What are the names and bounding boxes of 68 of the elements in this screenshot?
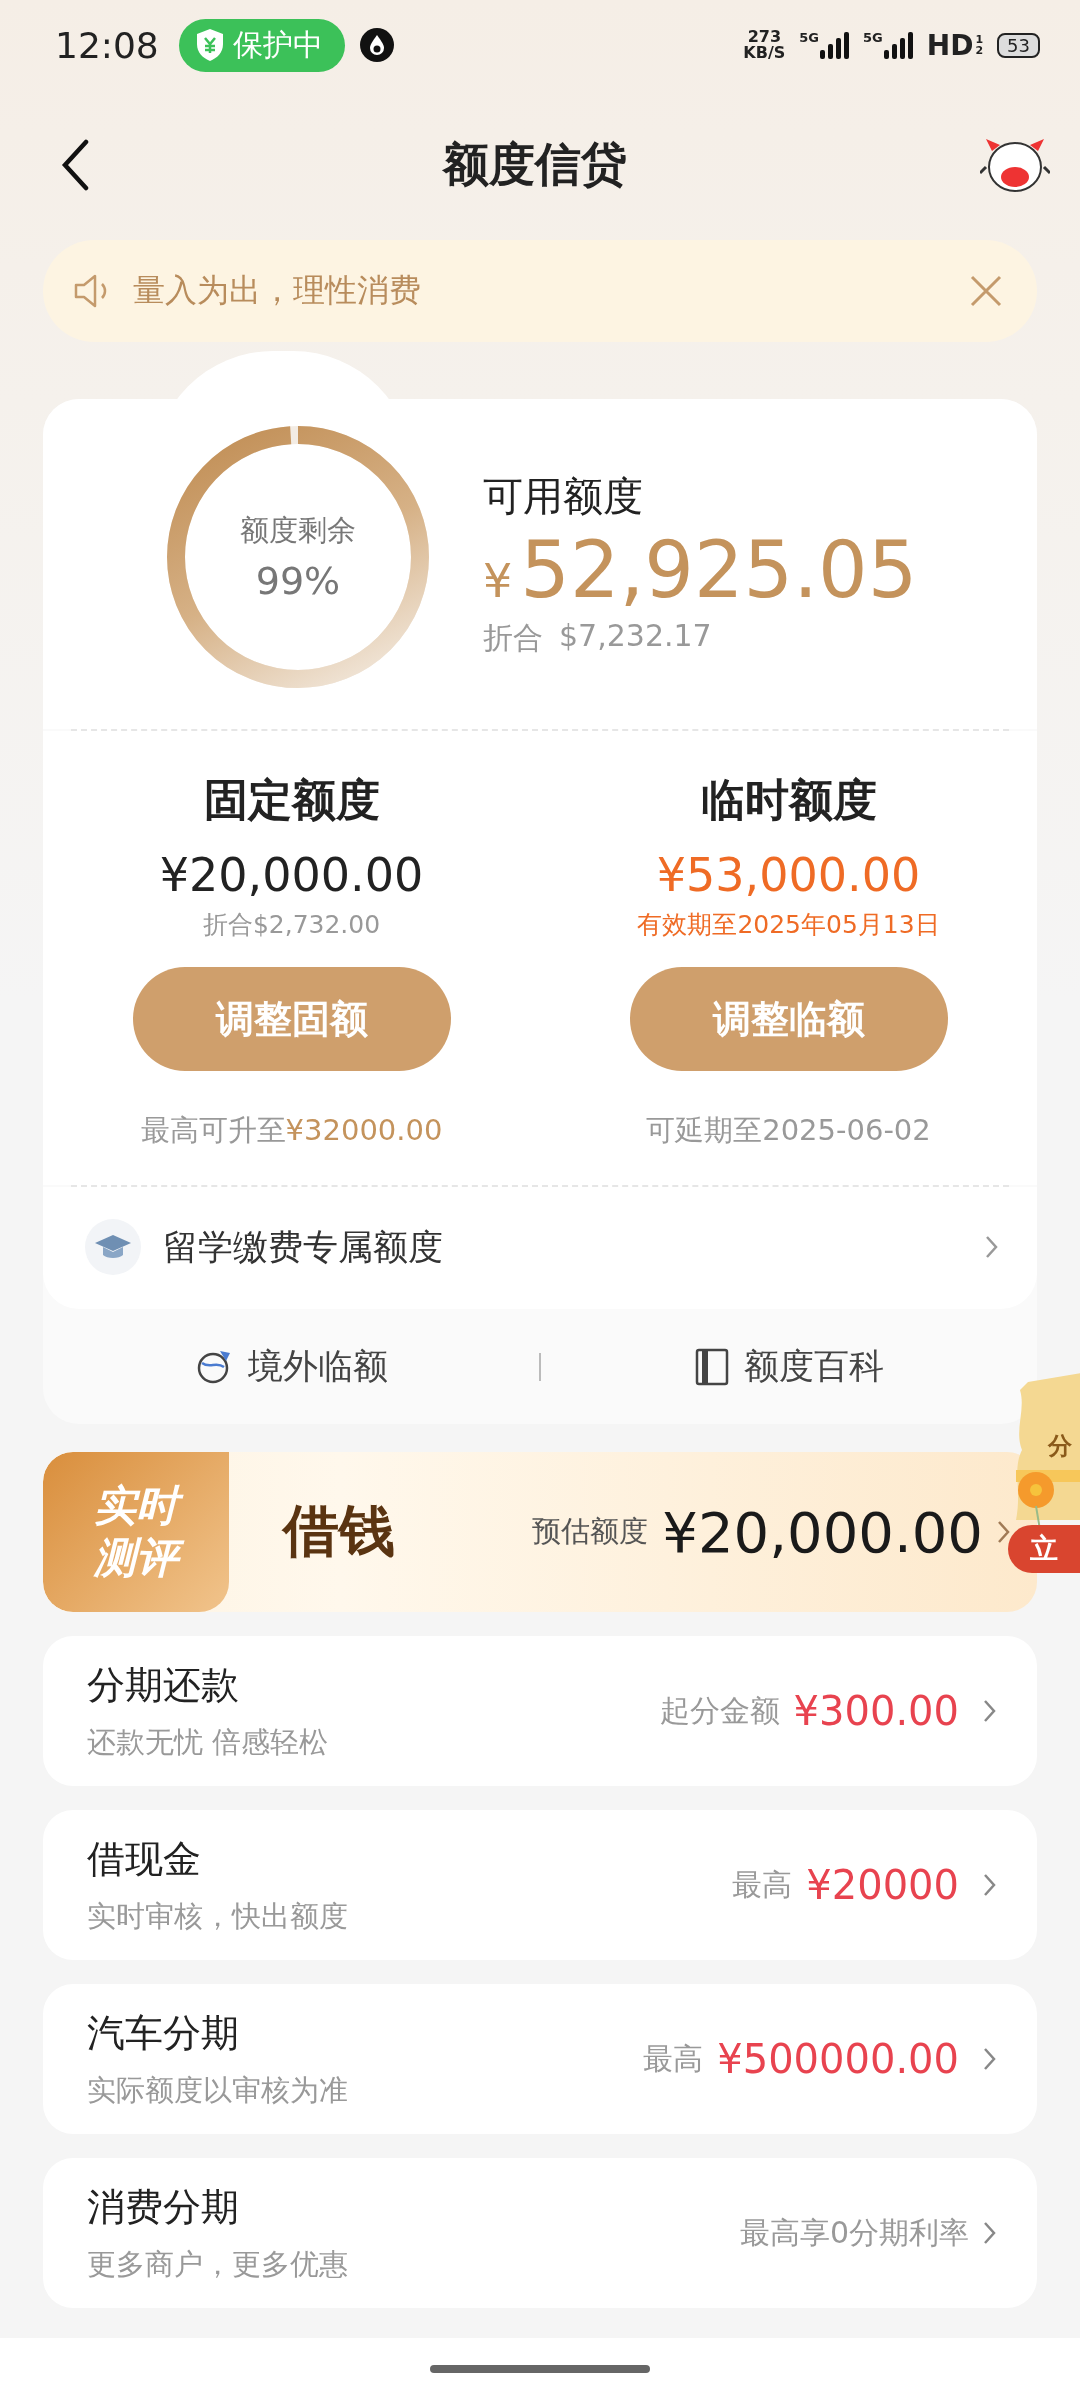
available-amount: 52,925.05 bbox=[520, 524, 918, 618]
app-notification-icon bbox=[358, 27, 395, 63]
promo-badge[interactable]: 分 立 bbox=[1008, 1370, 1080, 1575]
chevron-icon bbox=[983, 2221, 997, 2245]
signal-icon bbox=[819, 30, 850, 60]
product-amount: ¥300.00 bbox=[793, 1688, 959, 1734]
product-title: 借现金 bbox=[87, 1835, 202, 1883]
chevron-icon bbox=[983, 1699, 997, 1723]
net-speed: 273 bbox=[747, 29, 782, 45]
quota-footer: 可延期至2025-06-02 bbox=[646, 1111, 931, 1151]
hd-label: HD bbox=[926, 28, 974, 62]
currency-symbol: ¥ bbox=[483, 554, 513, 610]
chevron-icon bbox=[983, 2047, 997, 2071]
battery-indicator: 53 bbox=[997, 32, 1040, 58]
ring-label: 额度剩余 bbox=[240, 512, 356, 549]
product-card[interactable]: 汽车分期 实际额度以审核为准 最高 ¥500000.00 bbox=[43, 1984, 1037, 2134]
product-label: 最高 bbox=[732, 1865, 793, 1904]
chevron-icon bbox=[997, 1520, 1011, 1544]
quota-amount: ¥20,000.00 bbox=[159, 848, 424, 902]
available-label: 可用额度 bbox=[483, 472, 644, 522]
product-card[interactable]: 借现金 实时审核，快出额度 最高 ¥20000 bbox=[43, 1810, 1037, 1960]
product-label: 最高 bbox=[643, 2039, 704, 2078]
hd-slot: 1 bbox=[975, 34, 984, 45]
special-quota-row[interactable]: 留学缴费专属额度 bbox=[43, 1187, 1037, 1309]
product-card[interactable]: 分期还款 还款无忧 倍感轻松 起分金额 ¥300.00 bbox=[43, 1636, 1037, 1786]
chevron-icon bbox=[983, 1873, 997, 1897]
quota-type-title: 临时额度 bbox=[700, 773, 877, 827]
status-time: 12:08 bbox=[55, 24, 159, 66]
hd-slot: 2 bbox=[975, 45, 984, 56]
product-title: 消费分期 bbox=[87, 2183, 240, 2231]
converted-label: 折合 bbox=[483, 618, 543, 657]
product-subtitle: 还款无忧 倍感轻松 bbox=[87, 1723, 330, 1761]
book-icon bbox=[694, 1346, 730, 1387]
converted-amount: $7,232.17 bbox=[559, 617, 712, 655]
back-icon[interactable] bbox=[60, 139, 90, 191]
product-label: 最高享0分期利率 bbox=[739, 2213, 969, 2252]
quota-note: 有效期至2025年05月13日 bbox=[637, 909, 940, 941]
product-subtitle: 实时审核，快出额度 bbox=[87, 1897, 349, 1935]
product-label: 起分金额 bbox=[659, 1691, 780, 1730]
page-title: 额度信贷 bbox=[443, 136, 627, 193]
badge-button[interactable]: 立 bbox=[1008, 1525, 1080, 1573]
product-subtitle: 实际额度以审核为准 bbox=[87, 2071, 349, 2109]
product-card[interactable]: 消费分期 更多商户，更多优惠 最高享0分期利率 bbox=[43, 2158, 1037, 2308]
banner-title: 借钱 bbox=[283, 1496, 395, 1565]
tag-text: 实时 bbox=[86, 1479, 186, 1532]
product-amount: ¥20000 bbox=[806, 1862, 959, 1908]
quota-type-title: 固定额度 bbox=[203, 773, 380, 827]
estimate-label: 预估额度 bbox=[532, 1513, 649, 1550]
notice-text: 量入为出，理性消费 bbox=[133, 270, 422, 311]
quota-note: 折合$2,732.00 bbox=[202, 909, 381, 941]
tag-text: 测评 bbox=[86, 1532, 186, 1585]
network-label: 5G bbox=[863, 30, 883, 45]
graduation-cap-icon bbox=[85, 1219, 141, 1275]
quota-amount: ¥53,000.00 bbox=[656, 848, 921, 902]
badge-text: 分 bbox=[1048, 1431, 1072, 1462]
product-amount: ¥500000.00 bbox=[717, 2036, 959, 2082]
product-title: 汽车分期 bbox=[87, 2009, 240, 2057]
quick-link[interactable]: 境外临额 bbox=[43, 1343, 539, 1390]
ring-percent: 99% bbox=[255, 559, 341, 603]
product-subtitle: 更多商户，更多优惠 bbox=[87, 2245, 349, 2283]
shield-icon bbox=[194, 28, 225, 62]
product-title: 分期还款 bbox=[87, 1661, 240, 1709]
chevron-icon bbox=[985, 1235, 999, 1259]
network-label: 5G bbox=[799, 30, 820, 45]
net-speed-unit: KB/S bbox=[743, 45, 786, 61]
quota-footer: 最高可升至¥32000.00 bbox=[140, 1111, 443, 1151]
estimate-amount: ¥20,000.00 bbox=[662, 1499, 983, 1565]
signal-icon bbox=[882, 30, 913, 60]
